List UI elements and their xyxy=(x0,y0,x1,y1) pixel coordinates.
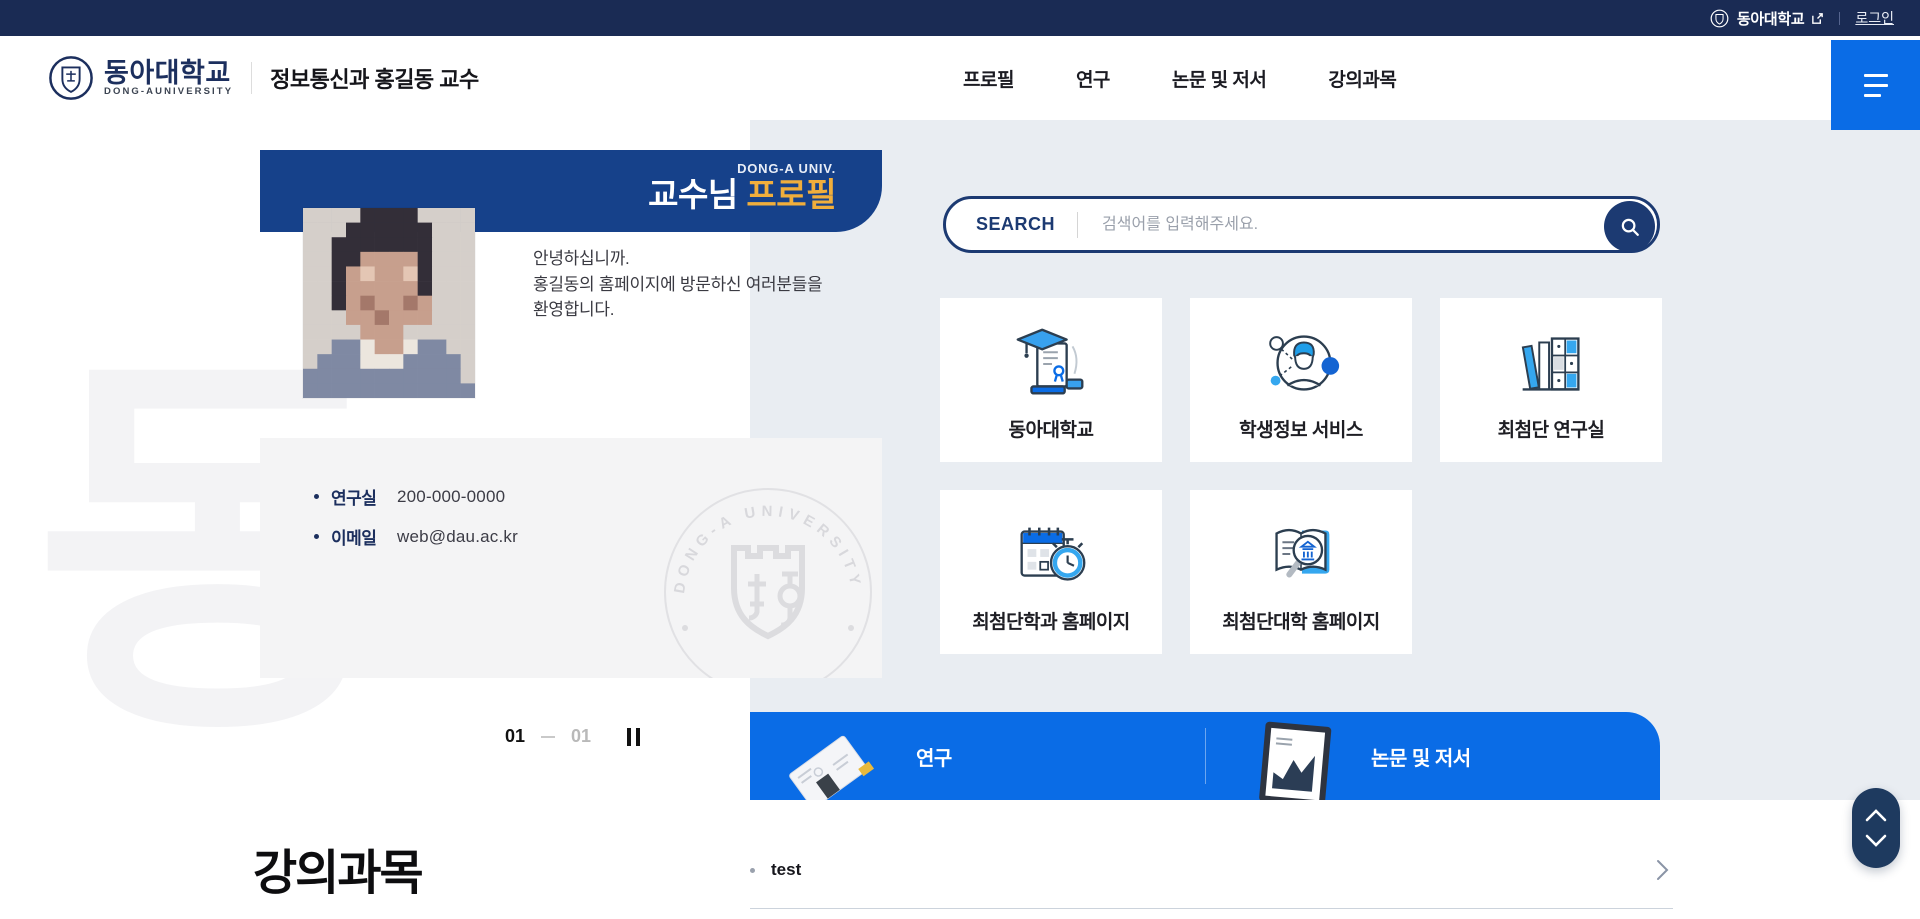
main-content: 동 DONG-A UNIV. 교수님 프로필 안녕하십니까. 홍길동의 홈페이지… xyxy=(0,120,1920,800)
page-current: 01 xyxy=(505,726,525,747)
section-banner: 연구 논문 및 저서 xyxy=(750,712,1660,800)
scroll-down-button[interactable] xyxy=(1865,834,1887,847)
book-magnifier-icon xyxy=(1257,511,1345,599)
professor-profile-card: DONG-A UNIV. 교수님 프로필 안녕하십니까. 홍길동의 홈페이지에 … xyxy=(260,150,882,798)
logo-korean-text: 동아대학교 xyxy=(104,60,233,86)
bullet-icon xyxy=(314,494,319,499)
carousel-pagination: 01 01 xyxy=(505,726,640,747)
professor-photo xyxy=(303,208,475,398)
quicklink-university[interactable]: 동아대학교 xyxy=(940,298,1162,462)
calendar-stopwatch-icon xyxy=(1007,511,1095,599)
search-input[interactable] xyxy=(1100,215,1587,235)
bookshelf-icon xyxy=(1507,319,1595,407)
contact-row-office: 연구실 200-000-0000 xyxy=(314,484,518,509)
external-link-icon[interactable] xyxy=(1811,12,1824,25)
menu-button[interactable] xyxy=(1831,40,1920,130)
bullet-icon xyxy=(314,534,319,539)
hamburger-icon xyxy=(1864,74,1888,77)
banner-item-research[interactable]: 연구 xyxy=(750,712,1205,800)
quick-links-grid: 동아대학교 학생정보 서비스 xyxy=(940,298,1662,654)
search-label: SEARCH xyxy=(976,214,1055,235)
course-list-item[interactable]: test xyxy=(750,832,1673,909)
chevron-right-icon xyxy=(1656,859,1669,881)
university-emblem-icon xyxy=(1710,9,1729,28)
pause-button[interactable] xyxy=(627,728,640,746)
header-divider xyxy=(251,62,252,94)
topbar-university-link[interactable]: 동아대학교 xyxy=(1737,8,1805,29)
banner-item-publications[interactable]: 논문 및 저서 xyxy=(1205,712,1660,800)
profile-eyebrow: DONG-A UNIV. xyxy=(260,161,836,176)
contact-list: 연구실 200-000-0000 이메일 web@dau.ac.kr xyxy=(314,484,518,564)
pause-icon xyxy=(627,728,631,746)
pagination-dash xyxy=(541,736,555,738)
nav-item-profile[interactable]: 프로필 xyxy=(963,65,1014,92)
graduation-diploma-icon xyxy=(1007,319,1095,407)
greeting-text: 안녕하십니까. 홍길동의 홈페이지에 방문하신 여러분들을 환영합니다. xyxy=(533,246,822,323)
nav-item-publications[interactable]: 논문 및 저서 xyxy=(1172,65,1266,92)
scroll-widget xyxy=(1852,788,1900,868)
university-logo[interactable]: 동아대학교 DONG-AUNIVERSITY xyxy=(48,55,233,101)
scroll-up-button[interactable] xyxy=(1865,809,1887,822)
quicklink-department-home[interactable]: 최첨단학과 홈페이지 xyxy=(940,490,1162,654)
logo-english-text: DONG-AUNIVERSITY xyxy=(104,86,233,97)
contact-row-email: 이메일 web@dau.ac.kr xyxy=(314,524,518,549)
quicklink-college-home[interactable]: 최첨단대학 홈페이지 xyxy=(1190,490,1412,654)
search-divider xyxy=(1077,212,1078,238)
search-icon xyxy=(1619,216,1641,238)
courses-heading: 강의과목 xyxy=(253,833,422,903)
monitor-chart-icon xyxy=(1233,718,1353,800)
chevron-up-icon xyxy=(1865,809,1887,822)
site-title: 정보통신과 홍길동 교수 xyxy=(270,62,479,94)
search-button[interactable] xyxy=(1604,201,1655,252)
professor-homepage: 동아대학교 로그인 동아대학교 DONG-AUNIVERSITY 정보통신과 홍… xyxy=(0,0,1920,919)
research-parcel-icon xyxy=(770,716,890,800)
top-utility-bar: 동아대학교 로그인 xyxy=(0,0,1920,36)
logo-emblem-icon xyxy=(48,55,94,101)
main-navigation: 프로필 연구 논문 및 저서 강의과목 xyxy=(963,36,1396,120)
site-header: 동아대학교 DONG-AUNIVERSITY 정보통신과 홍길동 교수 프로필 … xyxy=(0,36,1920,120)
page-total: 01 xyxy=(571,726,591,747)
quicklink-lab[interactable]: 최첨단 연구실 xyxy=(1440,298,1662,462)
nav-item-research[interactable]: 연구 xyxy=(1076,65,1110,92)
topbar-divider xyxy=(1839,12,1840,25)
university-seal-watermark: DONG-A UNIVERSITY xyxy=(658,482,878,678)
student-network-icon xyxy=(1257,319,1345,407)
login-link[interactable]: 로그인 xyxy=(1855,8,1894,28)
nav-item-courses[interactable]: 강의과목 xyxy=(1328,65,1396,92)
bullet-icon xyxy=(750,868,755,873)
search-bar: SEARCH xyxy=(943,196,1660,253)
chevron-down-icon xyxy=(1865,834,1887,847)
profile-info-section: 연구실 200-000-0000 이메일 web@dau.ac.kr DONG-… xyxy=(260,438,882,678)
quicklink-student-info[interactable]: 학생정보 서비스 xyxy=(1190,298,1412,462)
